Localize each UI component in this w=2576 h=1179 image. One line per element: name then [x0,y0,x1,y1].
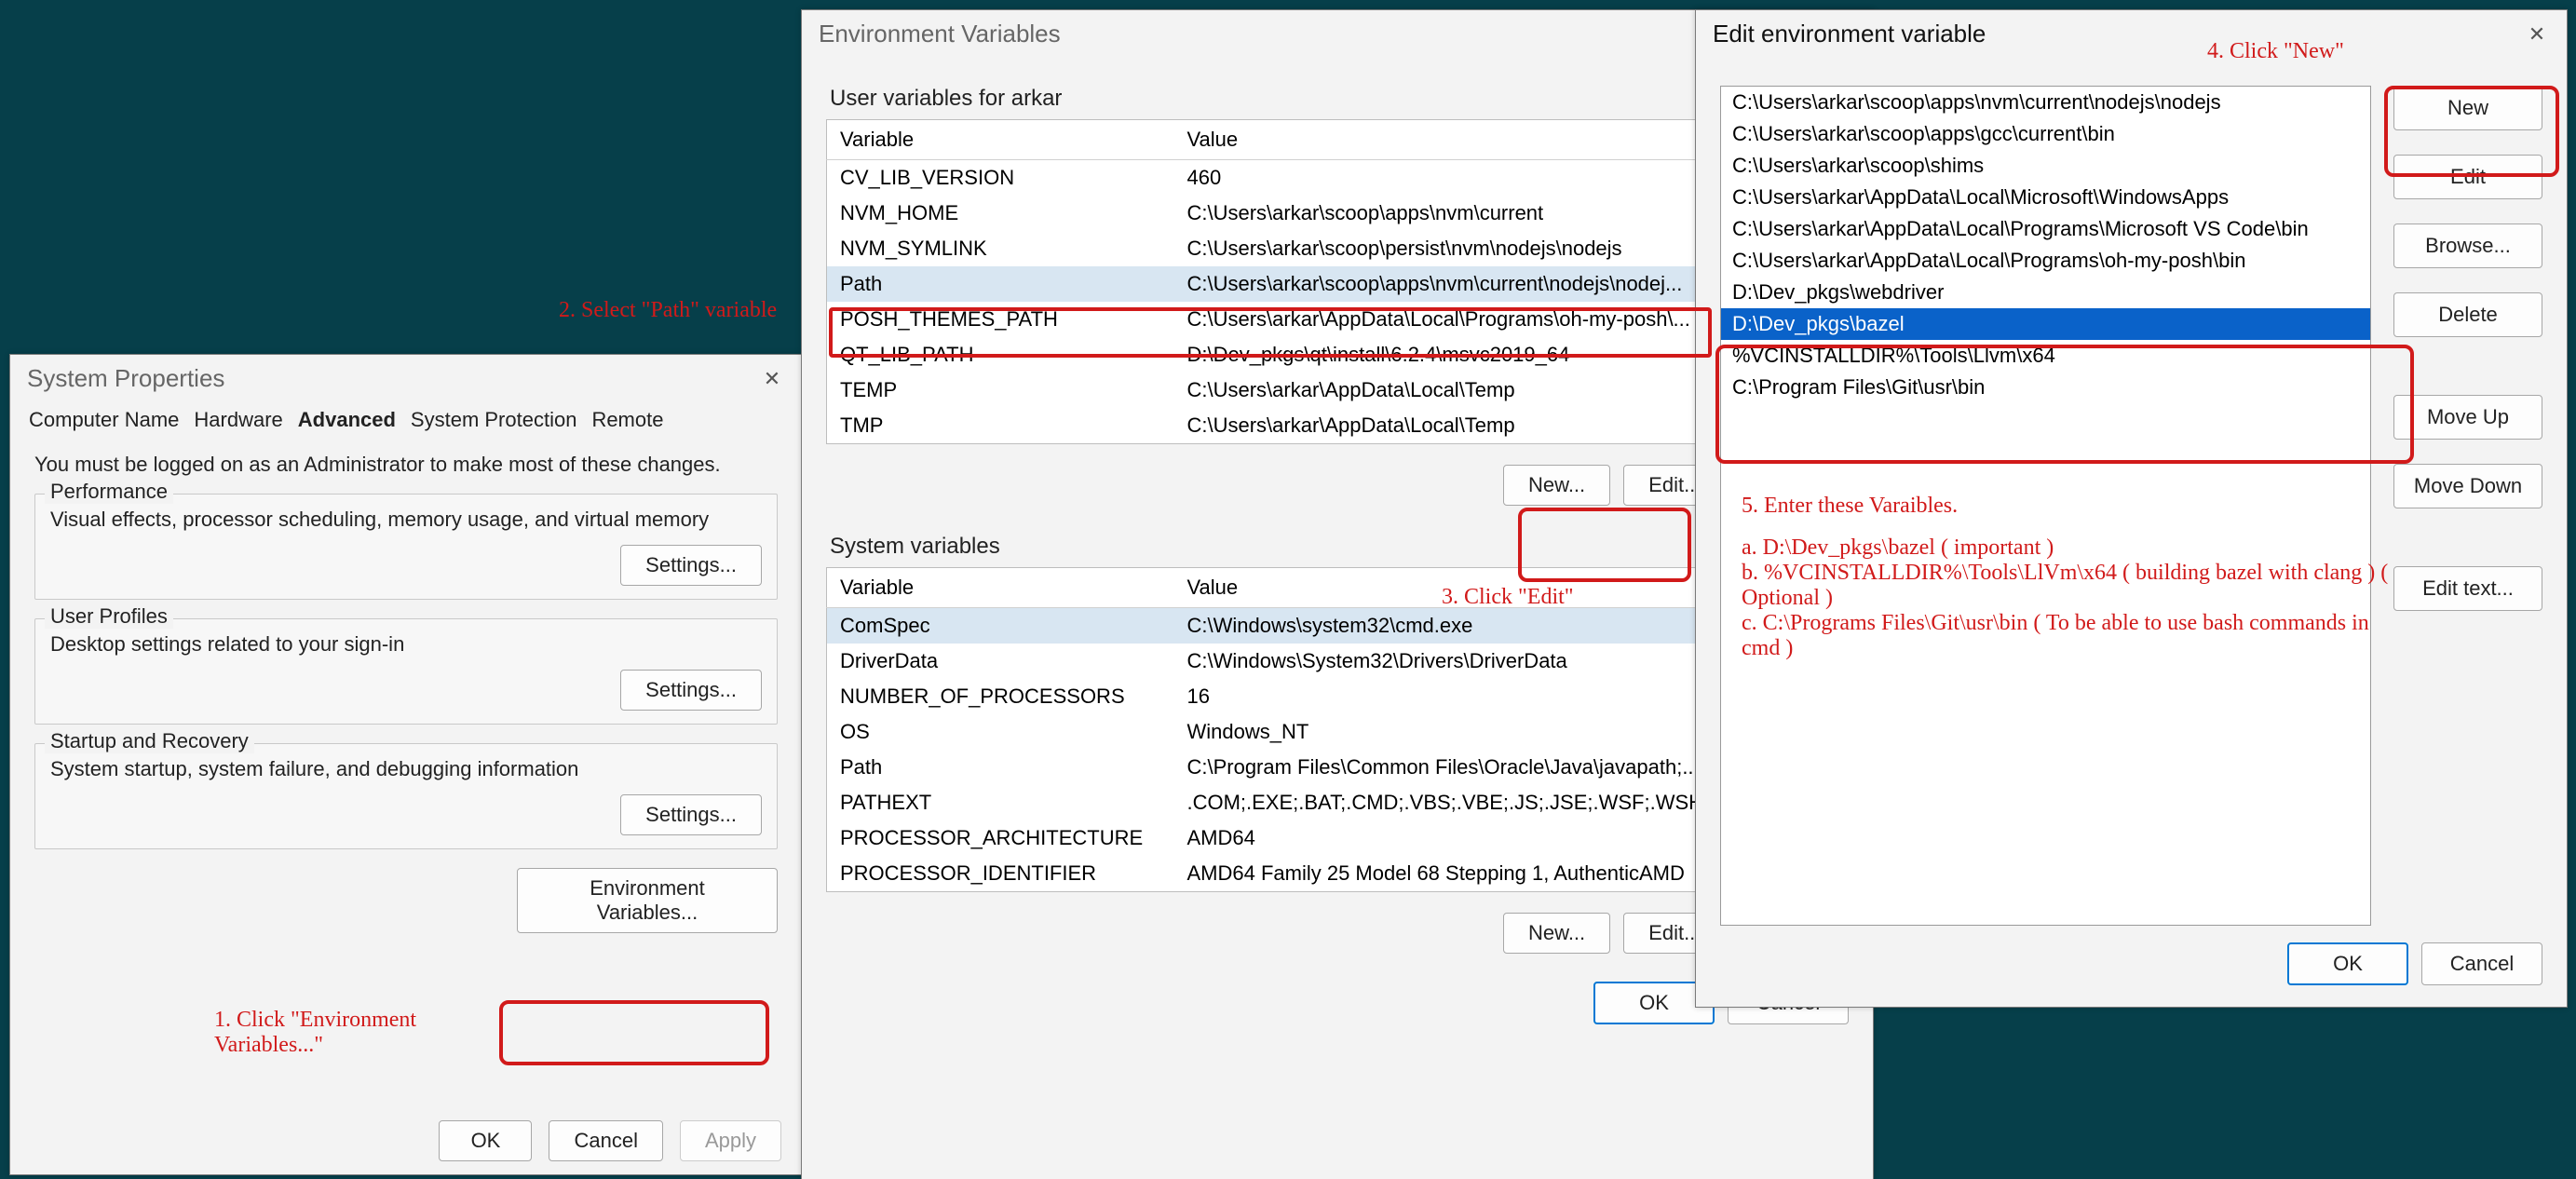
user-profiles-title: User Profiles [45,604,173,629]
performance-settings-button[interactable]: Settings... [620,545,762,586]
editwin-moveup-button[interactable]: Move Up [2393,395,2542,440]
tab-remote[interactable]: Remote [590,402,665,438]
annotation-4: 4. Click "New" [2207,39,2344,64]
var-name: DriverData [827,644,1174,679]
var-name: PATHEXT [827,785,1174,820]
editwin-movedown-button[interactable]: Move Down [2393,464,2542,508]
editwin-titlebar: Edit environment variable ✕ [1696,10,2567,58]
environment-variables-button[interactable]: Environment Variables... [517,868,778,933]
annotation-5: 5. Enter these Varaibles. a. D:\Dev_pkgs… [1742,494,2393,661]
var-name: NUMBER_OF_PROCESSORS [827,679,1174,714]
user-profiles-settings-button[interactable]: Settings... [620,670,762,711]
startup-recovery-settings-button[interactable]: Settings... [620,794,762,835]
annotation-3: 3. Click "Edit" [1442,585,1574,610]
list-item[interactable]: %VCINSTALLDIR%\Tools\Llvm\x64 [1721,340,2370,372]
var-name: Path [827,266,1174,302]
tab-system-protection[interactable]: System Protection [409,402,579,438]
sys-vars-col-variable[interactable]: Variable [827,568,1174,608]
var-name: CV_LIB_VERSION [827,160,1174,196]
list-item[interactable]: C:\Users\arkar\scoop\shims [1721,150,2370,182]
var-name: POSH_THEMES_PATH [827,302,1174,337]
list-item[interactable]: C:\Users\arkar\scoop\apps\gcc\current\bi… [1721,118,2370,150]
var-name: NVM_SYMLINK [827,231,1174,266]
list-item[interactable]: C:\Program Files\Git\usr\bin [1721,372,2370,403]
editwin-ok-button[interactable]: OK [2287,942,2408,985]
var-name: NVM_HOME [827,196,1174,231]
performance-desc: Visual effects, processor scheduling, me… [50,508,762,532]
sysprop-cancel-button[interactable]: Cancel [549,1120,662,1161]
annotation-2: 2. Select "Path" variable [559,298,777,323]
list-item[interactable]: D:\Dev_pkgs\webdriver [1721,277,2370,308]
editwin-cancel-button[interactable]: Cancel [2421,942,2542,985]
var-name: PROCESSOR_IDENTIFIER [827,856,1174,892]
startup-recovery-group: Startup and Recovery System startup, sys… [34,743,778,849]
var-name: TMP [827,408,1174,444]
startup-recovery-desc: System startup, system failure, and debu… [50,757,762,781]
tab-hardware[interactable]: Hardware [192,402,284,438]
sysprop-titlebar: System Properties ✕ [10,355,802,402]
user-profiles-group: User Profiles Desktop settings related t… [34,618,778,725]
performance-title: Performance [45,480,173,504]
editwin-edittext-button[interactable]: Edit text... [2393,566,2542,611]
annotation-5-a: a. D:\Dev_pkgs\bazel ( important ) [1742,535,2393,561]
sysprop-apply-button[interactable]: Apply [680,1120,781,1161]
list-item[interactable]: C:\Users\arkar\scoop\apps\nvm\current\no… [1721,87,2370,118]
sysprop-ok-button[interactable]: OK [439,1120,532,1161]
var-name: QT_LIB_PATH [827,337,1174,373]
list-item[interactable]: D:\Dev_pkgs\bazel [1721,308,2370,340]
user-vars-new-button[interactable]: New... [1503,465,1610,506]
close-icon[interactable]: ✕ [759,366,785,392]
annotation-5-c: c. C:\Programs Files\Git\usr\bin ( To be… [1742,611,2393,661]
sysprop-title: System Properties [27,364,224,393]
annotation-5-title: 5. Enter these Varaibles. [1742,494,2393,519]
close-icon[interactable]: ✕ [2524,21,2550,47]
var-name: TEMP [827,373,1174,408]
tab-computer-name[interactable]: Computer Name [27,402,181,438]
editwin-edit-button[interactable]: Edit [2393,155,2542,199]
performance-group: Performance Visual effects, processor sc… [34,494,778,600]
startup-recovery-title: Startup and Recovery [45,729,254,753]
sysprop-panel: You must be logged on as an Administrato… [10,438,802,941]
sys-vars-new-button[interactable]: New... [1503,913,1610,954]
user-profiles-desc: Desktop settings related to your sign-in [50,632,762,657]
editwin-browse-button[interactable]: Browse... [2393,224,2542,268]
editwin-side-buttons: New Edit Browse... Delete Move Up Move D… [2393,86,2542,926]
admin-info: You must be logged on as an Administrato… [34,453,778,477]
editwin-new-button[interactable]: New [2393,86,2542,130]
var-name: Path [827,750,1174,785]
editwin-delete-button[interactable]: Delete [2393,292,2542,337]
envwin-title: Environment Variables [819,20,1061,48]
list-item[interactable]: C:\Users\arkar\AppData\Local\Programs\Mi… [1721,213,2370,245]
tab-advanced[interactable]: Advanced [296,402,398,438]
annotation-1: 1. Click "Environment Variables..." [214,1008,484,1058]
sysprop-tabs: Computer Name Hardware Advanced System P… [10,402,802,438]
var-name: ComSpec [827,608,1174,644]
var-name: OS [827,714,1174,750]
user-vars-col-variable[interactable]: Variable [827,120,1174,160]
editwin-title: Edit environment variable [1713,20,1986,48]
list-item[interactable]: C:\Users\arkar\AppData\Local\Microsoft\W… [1721,182,2370,213]
annotation-5-b: b. %VCINSTALLDIR%\Tools\LlVm\x64 ( build… [1742,561,2393,611]
list-item[interactable]: C:\Users\arkar\AppData\Local\Programs\oh… [1721,245,2370,277]
var-name: PROCESSOR_ARCHITECTURE [827,820,1174,856]
